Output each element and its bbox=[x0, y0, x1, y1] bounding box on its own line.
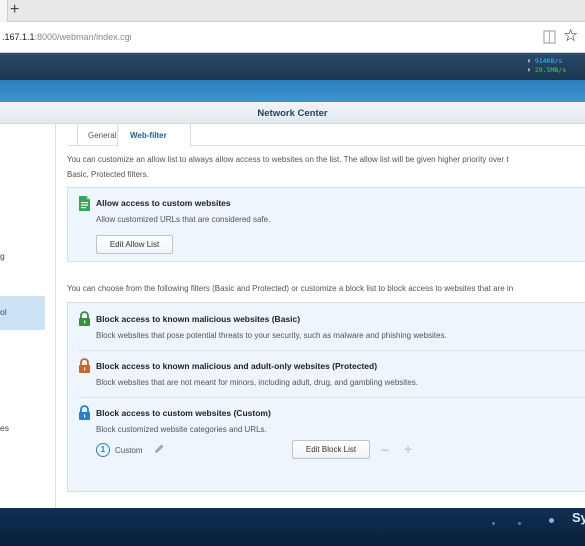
address-bar: .167.1.1:8000/webman/index.cgi ☆ bbox=[0, 22, 585, 53]
download-speed: 29.5MB/s bbox=[534, 66, 567, 74]
window-title: Network Center bbox=[257, 108, 328, 119]
favorite-star-icon[interactable]: ☆ bbox=[563, 27, 578, 44]
sidebar: g ol es bbox=[0, 124, 56, 508]
document-icon bbox=[79, 196, 90, 211]
block-protected-description: Block websites that are not meant for mi… bbox=[96, 378, 418, 387]
divider bbox=[78, 350, 585, 351]
remove-button[interactable]: − bbox=[381, 443, 389, 457]
decoration-dot bbox=[492, 522, 495, 525]
window-titlebar[interactable]: Network Center bbox=[0, 102, 585, 124]
block-panel: Block access to known malicious websites… bbox=[67, 302, 585, 492]
decoration-dot bbox=[518, 522, 521, 525]
allow-title: Allow access to custom websites bbox=[96, 198, 231, 208]
block-intro-text: You can choose from the following filter… bbox=[67, 284, 514, 293]
main-content: General Web-filter You can customize an … bbox=[57, 124, 585, 508]
tab-web-filter[interactable]: Web-filter bbox=[117, 124, 191, 147]
upload-speed: 914KB/s bbox=[534, 57, 563, 65]
dsm-bottom-bar: Sy bbox=[0, 508, 585, 546]
sidebar-item[interactable]: es bbox=[0, 412, 56, 446]
network-center-window: Network Center g ol es General Web-filte… bbox=[0, 102, 585, 508]
block-basic-title: Block access to known malicious websites… bbox=[96, 314, 301, 324]
synology-logo: Sy bbox=[572, 510, 585, 525]
divider bbox=[78, 397, 585, 398]
sidebar-item[interactable]: g bbox=[0, 240, 56, 274]
allow-intro-text: You can customize an allow list to alway… bbox=[67, 152, 585, 182]
allow-intro-line2: Basic, Protected filters. bbox=[67, 170, 149, 179]
block-custom-title: Block access to custom websites (Custom) bbox=[96, 408, 271, 418]
browser-tab[interactable] bbox=[0, 0, 8, 22]
url-path: :8000/webman/index.cgi bbox=[34, 32, 132, 42]
sidebar-item-parental-control[interactable]: ol bbox=[0, 296, 45, 330]
tab-bar: General Web-filter bbox=[67, 124, 585, 147]
add-button[interactable]: + bbox=[404, 442, 412, 456]
lock-basic-icon bbox=[79, 311, 90, 326]
allow-panel: Allow access to custom websites Allow cu… bbox=[67, 187, 585, 262]
reading-view-icon[interactable] bbox=[543, 30, 556, 44]
download-arrow-icon: ⬇ bbox=[527, 66, 531, 74]
url-field[interactable]: .167.1.1:8000/webman/index.cgi bbox=[2, 32, 132, 42]
lock-custom-icon bbox=[79, 405, 90, 420]
allow-intro-line1: You can customize an allow list to alway… bbox=[67, 155, 509, 164]
tab-general[interactable]: General bbox=[77, 124, 117, 146]
dsm-taskbar: ⬆ 914KB/s ⬇ 29.5MB/s bbox=[0, 53, 585, 80]
edit-allow-list-button[interactable]: Edit Allow List bbox=[96, 235, 173, 254]
custom-profile-label: Custom bbox=[115, 446, 143, 455]
custom-count-badge: 1 bbox=[96, 443, 110, 457]
upload-arrow-icon: ⬆ bbox=[527, 57, 531, 65]
url-host: .167.1.1 bbox=[2, 32, 35, 42]
pencil-edit-icon[interactable] bbox=[153, 443, 165, 455]
allow-description: Allow customized URLs that are considere… bbox=[96, 215, 271, 224]
block-basic-description: Block websites that pose potential threa… bbox=[96, 331, 447, 340]
edit-block-list-button[interactable]: Edit Block List bbox=[292, 440, 370, 459]
browser-tab-strip: + bbox=[0, 0, 585, 22]
block-protected-title: Block access to known malicious and adul… bbox=[96, 361, 378, 371]
network-speed-widget: ⬆ 914KB/s ⬇ 29.5MB/s bbox=[527, 57, 566, 75]
decoration-dot bbox=[549, 518, 554, 523]
block-custom-description: Block customized website categories and … bbox=[96, 425, 267, 434]
new-tab-button[interactable]: + bbox=[10, 2, 19, 18]
lock-protected-icon bbox=[79, 358, 90, 373]
desktop-background bbox=[0, 80, 585, 102]
